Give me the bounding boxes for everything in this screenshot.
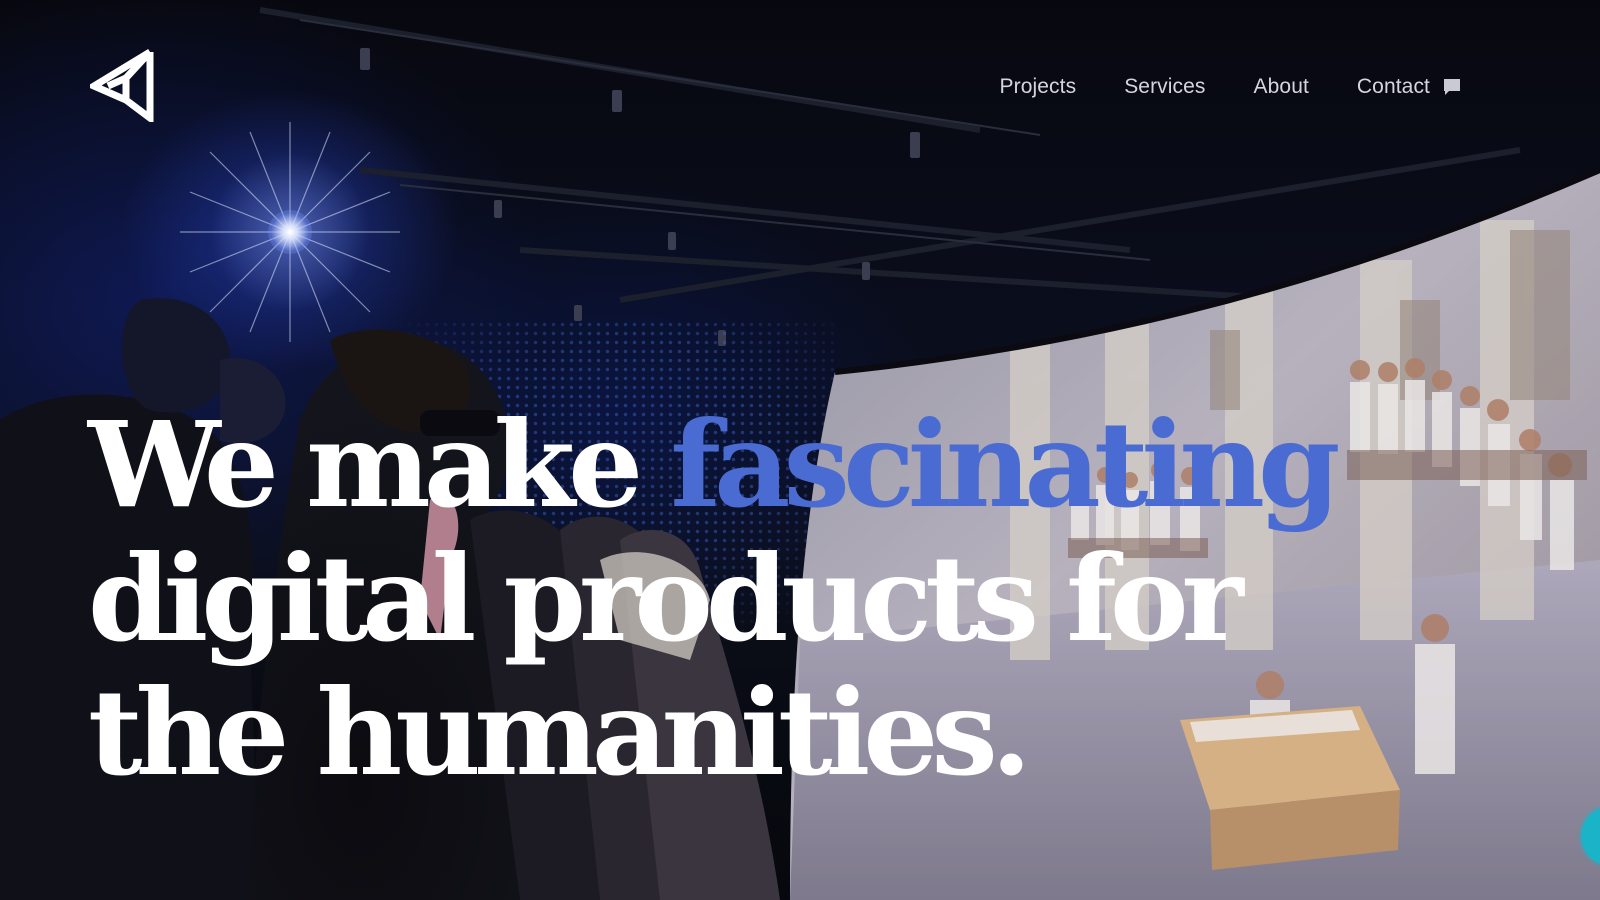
chat-bubble-icon — [1444, 79, 1460, 95]
nav-link-services[interactable]: Services — [1124, 72, 1205, 102]
nav-link-label: About — [1253, 75, 1309, 98]
site-logo[interactable] — [86, 48, 158, 125]
nav-link-contact[interactable]: Contact — [1357, 72, 1462, 102]
page: Projects Services About Contact We make … — [0, 0, 1600, 900]
nav-link-label: Projects — [999, 75, 1077, 98]
hero-headline: We make fascinating digital products for… — [88, 395, 1341, 802]
nav-link-label: Contact — [1356, 75, 1430, 98]
nav-link-label: Services — [1124, 75, 1206, 98]
headline-line-1: We make fascinating — [88, 395, 1341, 534]
headline-accent-word: fascinating — [670, 395, 1340, 534]
nav-link-projects[interactable]: Projects — [1000, 72, 1077, 102]
main-nav: Projects Services About Contact — [1000, 72, 1462, 102]
headline-line-3: the humanities. — [88, 663, 1032, 802]
nav-link-about[interactable]: About — [1254, 72, 1309, 102]
headline-line-2: digital products for — [88, 529, 1244, 668]
folded-arrow-logo-icon — [86, 49, 154, 125]
headline-text: We make — [88, 395, 671, 534]
